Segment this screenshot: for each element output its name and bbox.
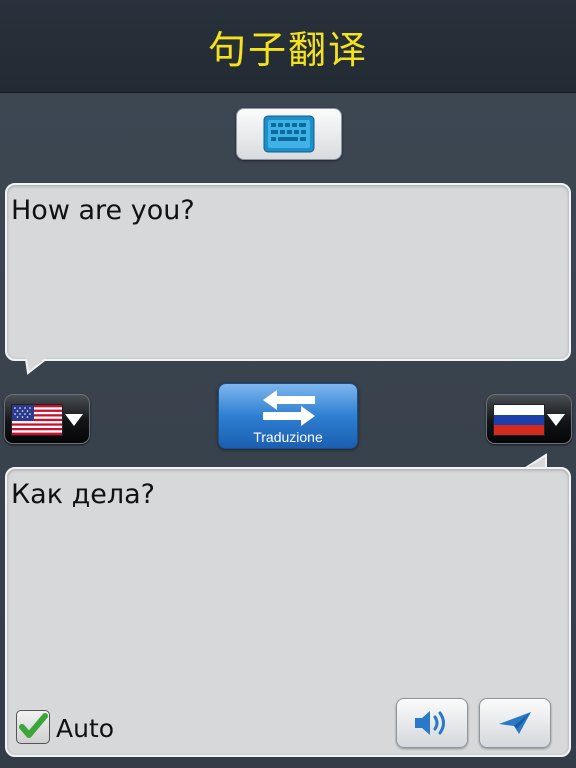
title-bar: 句子翻译 — [0, 0, 576, 93]
us-flag-icon — [11, 404, 63, 436]
swap-arrows-icon — [263, 390, 315, 426]
send-icon — [499, 712, 531, 734]
source-text-panel[interactable]: How are you? — [5, 183, 571, 361]
source-bubble-tail — [25, 357, 47, 375]
auto-label: Auto — [56, 714, 115, 743]
target-language-button[interactable] — [486, 394, 572, 444]
translate-button-label: Traduzione — [253, 429, 323, 445]
target-text: Как дела? — [11, 479, 156, 510]
app-title: 句子翻译 — [207, 27, 368, 72]
send-button[interactable] — [479, 698, 551, 748]
checkmark-icon — [19, 713, 48, 738]
triangle-down-icon — [547, 414, 565, 426]
keyboard-icon — [263, 115, 315, 153]
translate-button[interactable]: Traduzione — [218, 383, 358, 449]
russia-flag-icon — [493, 404, 545, 436]
auto-checkbox[interactable] — [16, 710, 50, 744]
source-language-button[interactable] — [4, 394, 90, 444]
triangle-down-icon — [65, 414, 83, 426]
keyboard-button[interactable] — [236, 108, 342, 160]
source-text: How are you? — [11, 195, 195, 226]
speaker-icon — [415, 711, 445, 735]
speak-button[interactable] — [396, 698, 468, 748]
